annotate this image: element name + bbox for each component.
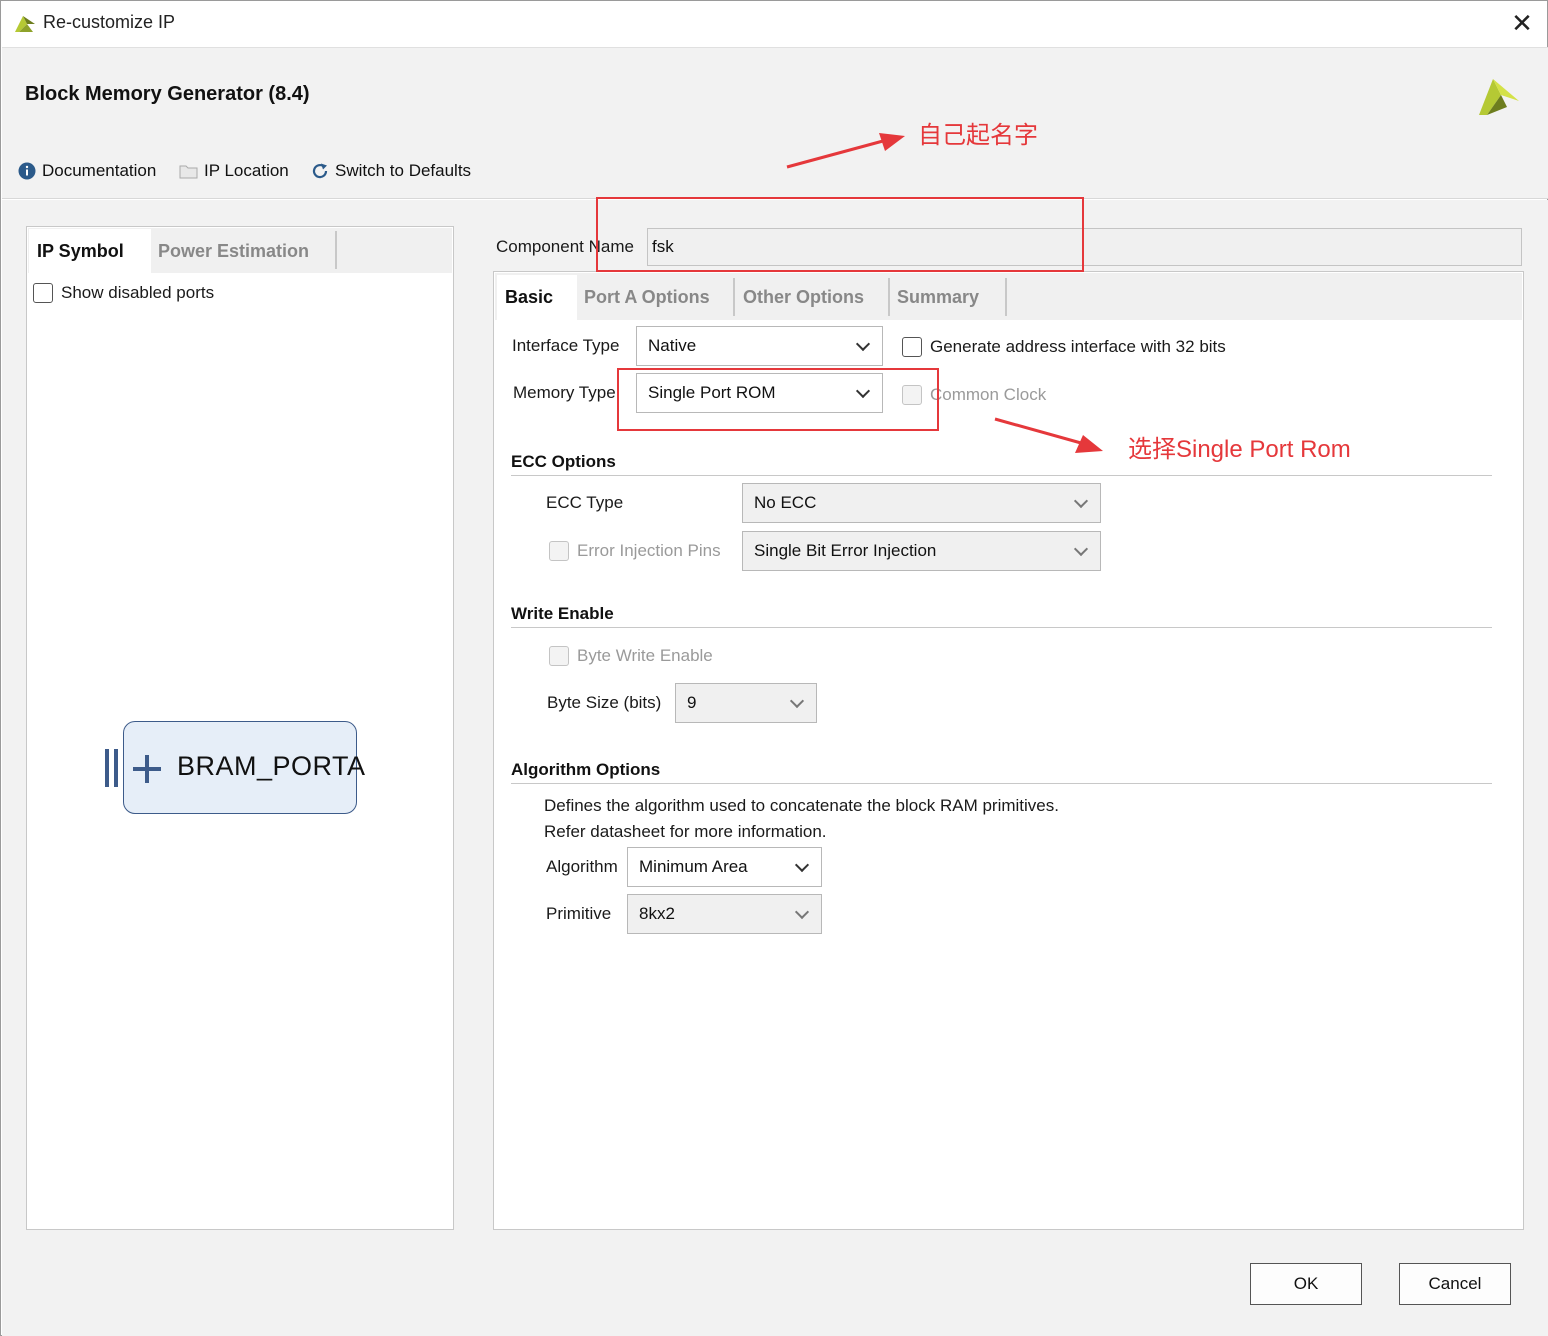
chevron-down-icon bbox=[1073, 493, 1089, 509]
error-injection-select[interactable]: Single Bit Error Injection bbox=[742, 531, 1101, 571]
switch-to-defaults-label: Switch to Defaults bbox=[335, 161, 472, 180]
common-clock-label: Common Clock bbox=[930, 385, 1047, 404]
byte-write-enable-label: Byte Write Enable bbox=[577, 646, 713, 665]
ecc-options-heading: ECC Options bbox=[511, 452, 616, 471]
port-bus-bar bbox=[105, 749, 109, 787]
show-disabled-ports-checkbox[interactable] bbox=[33, 283, 53, 303]
annotation-rom-note: 选择Single Port Rom bbox=[1128, 436, 1351, 463]
algorithm-options-heading: Algorithm Options bbox=[511, 760, 661, 779]
port-bus-bar bbox=[114, 749, 118, 787]
switch-to-defaults-button[interactable]: Switch to Defaults bbox=[311, 161, 471, 181]
generate-address-32bit-checkbox[interactable] bbox=[902, 337, 922, 357]
memory-type-select[interactable]: Single Port ROM bbox=[636, 373, 883, 413]
component-name-input[interactable]: fsk bbox=[647, 228, 1522, 266]
tab-divider bbox=[335, 231, 337, 269]
vivado-small-logo-icon bbox=[15, 16, 35, 32]
chevron-down-icon bbox=[855, 383, 871, 399]
primitive-label: Primitive bbox=[546, 904, 612, 923]
interface-type-label: Interface Type bbox=[512, 336, 620, 355]
error-injection-pins-label: Error Injection Pins bbox=[577, 541, 721, 560]
tab-power-estimation[interactable]: Power Estimation bbox=[150, 229, 317, 273]
divider bbox=[511, 475, 1492, 476]
write-enable-heading: Write Enable bbox=[511, 604, 614, 623]
annotation-arrow-icon bbox=[786, 133, 905, 169]
component-name-label: Component Name bbox=[496, 237, 634, 256]
algorithm-label: Algorithm bbox=[546, 857, 618, 876]
show-disabled-ports-label: Show disabled ports bbox=[61, 283, 215, 302]
common-clock-checkbox[interactable] bbox=[902, 385, 922, 405]
window-title: Re-customize IP bbox=[43, 12, 176, 32]
memory-type-value: Single Port ROM bbox=[648, 383, 776, 402]
annotation-name-note: 自己起名字 bbox=[918, 122, 1038, 149]
chevron-down-icon bbox=[1073, 541, 1089, 557]
refresh-icon bbox=[312, 163, 328, 179]
interface-type-select[interactable]: Native bbox=[636, 326, 883, 366]
documentation-label: Documentation bbox=[42, 161, 157, 180]
cancel-button[interactable]: Cancel bbox=[1399, 1263, 1511, 1305]
ecc-type-select[interactable]: No ECC bbox=[742, 483, 1101, 523]
byte-size-value: 9 bbox=[687, 693, 697, 712]
generate-address-32bit-label: Generate address interface with 32 bits bbox=[930, 337, 1226, 356]
algorithm-description-note: Refer datasheet for more information. bbox=[544, 822, 827, 841]
tab-divider bbox=[1005, 278, 1007, 316]
byte-size-select[interactable]: 9 bbox=[675, 683, 817, 723]
divider bbox=[511, 783, 1492, 784]
interface-type-value: Native bbox=[648, 336, 697, 355]
expand-plus-icon[interactable] bbox=[132, 754, 162, 784]
ip-title: Block Memory Generator (8.4) bbox=[25, 83, 310, 105]
tab-basic[interactable]: Basic bbox=[497, 275, 577, 320]
algorithm-select[interactable]: Minimum Area bbox=[627, 847, 822, 887]
chevron-down-icon bbox=[794, 904, 810, 920]
ecc-type-value: No ECC bbox=[754, 493, 817, 512]
divider bbox=[511, 627, 1492, 628]
error-injection-value: Single Bit Error Injection bbox=[754, 541, 937, 560]
memory-type-label: Memory Type bbox=[513, 383, 616, 402]
chevron-down-icon bbox=[789, 693, 805, 709]
chevron-down-icon bbox=[794, 857, 810, 873]
title-bar: Re-customize IP ✕ bbox=[1, 1, 1547, 45]
folder-icon bbox=[179, 165, 198, 179]
byte-size-label: Byte Size (bits) bbox=[547, 693, 662, 712]
ip-location-label: IP Location bbox=[204, 161, 289, 180]
byte-write-enable-checkbox[interactable] bbox=[549, 646, 569, 666]
ecc-type-label: ECC Type bbox=[546, 493, 624, 512]
algorithm-value: Minimum Area bbox=[639, 857, 748, 876]
tab-ip-symbol[interactable]: IP Symbol bbox=[29, 229, 151, 273]
vivado-logo-icon bbox=[1479, 79, 1519, 115]
annotation-arrow-icon bbox=[994, 417, 1103, 453]
algorithm-description: Defines the algorithm used to concatenat… bbox=[544, 796, 1059, 815]
tab-other-options[interactable]: Other Options bbox=[735, 275, 872, 319]
primitive-select[interactable]: 8kx2 bbox=[627, 894, 822, 934]
ip-location-button[interactable]: IP Location bbox=[179, 161, 289, 181]
chevron-down-icon bbox=[855, 336, 871, 352]
primitive-value: 8kx2 bbox=[639, 904, 675, 923]
port-name-label: BRAM_PORTA bbox=[177, 751, 366, 781]
dialog-window: Re-customize IP ✕ Block Memory Generator… bbox=[0, 0, 1548, 1336]
close-icon[interactable]: ✕ bbox=[1506, 7, 1538, 39]
tab-summary[interactable]: Summary bbox=[889, 275, 987, 319]
error-injection-pins-checkbox[interactable] bbox=[549, 541, 569, 561]
ok-button[interactable]: OK bbox=[1250, 1263, 1362, 1305]
info-icon bbox=[18, 162, 36, 180]
documentation-button[interactable]: Documentation bbox=[18, 161, 156, 181]
tab-port-a-options[interactable]: Port A Options bbox=[576, 275, 718, 319]
